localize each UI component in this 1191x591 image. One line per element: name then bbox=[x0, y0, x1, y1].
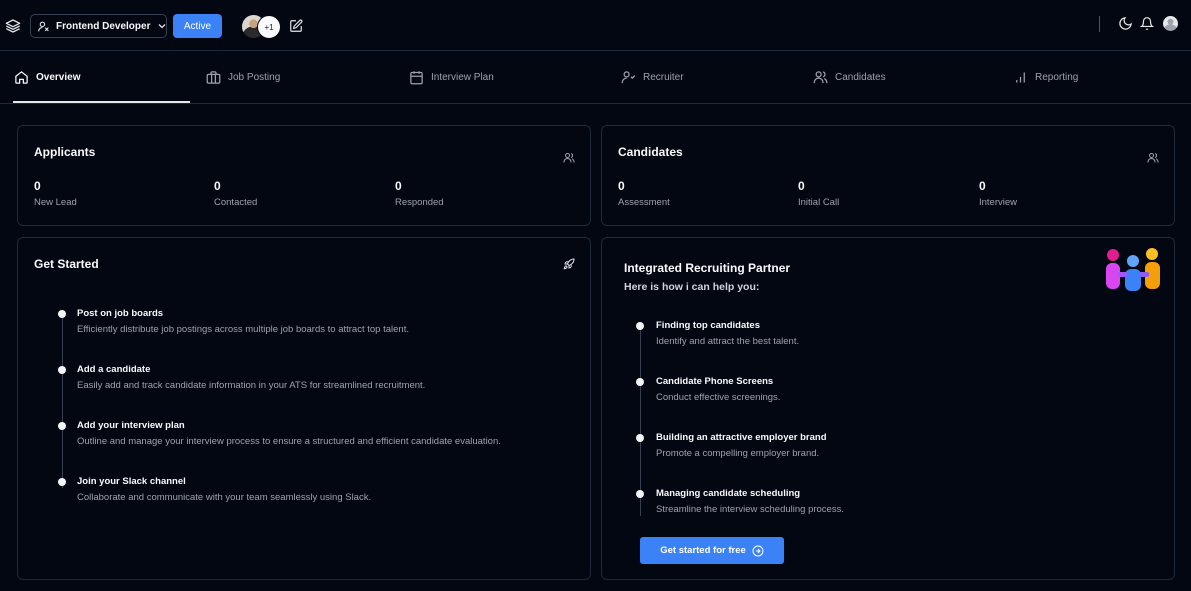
job-role-icon bbox=[37, 20, 50, 33]
bar-chart-icon bbox=[1013, 70, 1028, 85]
team-avatars[interactable]: +1 bbox=[241, 14, 285, 39]
timeline-dot bbox=[636, 490, 644, 498]
stat-label: Interview bbox=[979, 197, 1018, 208]
card-subtitle: Here is how i can help you: bbox=[624, 281, 760, 293]
item-title: Managing candidate scheduling bbox=[656, 488, 801, 499]
stat-value: 0 bbox=[395, 179, 402, 193]
tab-reporting[interactable]: Reporting bbox=[1013, 51, 1078, 104]
step-title[interactable]: Add a candidate bbox=[77, 364, 150, 375]
timeline-dot bbox=[636, 434, 644, 442]
candidates-card: Candidates 0 Assessment 0 Initial Call 0… bbox=[601, 125, 1175, 226]
tab-label: Candidates bbox=[835, 72, 886, 83]
timeline-dot bbox=[58, 422, 66, 430]
users-icon bbox=[1147, 152, 1159, 164]
stat-value: 0 bbox=[34, 179, 41, 193]
card-title: Get Started bbox=[34, 257, 99, 271]
job-selector[interactable]: Frontend Developer bbox=[30, 14, 167, 38]
stat-value: 0 bbox=[798, 179, 805, 193]
item-description: Identify and attract the best talent. bbox=[656, 336, 800, 347]
rocket-icon bbox=[563, 258, 575, 270]
timeline-line bbox=[62, 314, 63, 488]
home-icon bbox=[14, 70, 29, 85]
stat-label: Assessment bbox=[618, 197, 670, 208]
step-title[interactable]: Add your interview plan bbox=[77, 420, 185, 431]
step-title[interactable]: Post on job boards bbox=[77, 308, 163, 319]
top-bar: Frontend Developer Active +1 bbox=[0, 0, 1191, 51]
more-members-badge: +1 bbox=[257, 15, 281, 39]
timeline-dot bbox=[58, 366, 66, 374]
stat-label: Contacted bbox=[214, 197, 258, 208]
item-title: Building an attractive employer brand bbox=[656, 432, 827, 443]
item-title: Finding top candidates bbox=[656, 320, 760, 331]
layers-icon[interactable] bbox=[5, 18, 21, 34]
tab-label: Reporting bbox=[1035, 72, 1079, 83]
item-title: Candidate Phone Screens bbox=[656, 376, 774, 387]
timeline-dot bbox=[58, 478, 66, 486]
bell-icon[interactable] bbox=[1140, 16, 1154, 31]
tab-interview-plan[interactable]: Interview Plan bbox=[409, 51, 494, 104]
tab-candidates[interactable]: Candidates bbox=[813, 51, 886, 104]
timeline-line bbox=[640, 326, 641, 516]
recruiting-partner-card: Integrated Recruiting Partner Here is ho… bbox=[601, 237, 1175, 580]
calendar-icon bbox=[409, 70, 424, 85]
users-icon bbox=[563, 152, 575, 164]
tab-bar: Overview Job Posting Interview Plan Recr… bbox=[0, 51, 1191, 104]
briefcase-icon bbox=[206, 70, 221, 85]
tab-label: Job Posting bbox=[228, 72, 281, 83]
team-mascot-icon bbox=[1105, 246, 1161, 294]
timeline-dot bbox=[636, 322, 644, 330]
arrow-right-circle-icon bbox=[752, 545, 764, 557]
user-check-icon bbox=[621, 70, 636, 85]
card-title: Integrated Recruiting Partner bbox=[624, 261, 791, 275]
status-button[interactable]: Active bbox=[173, 14, 222, 38]
get-started-button[interactable]: Get started for free bbox=[640, 537, 784, 564]
timeline-dot bbox=[58, 310, 66, 318]
item-description: Streamline the interview scheduling proc… bbox=[656, 504, 844, 515]
tab-overview[interactable]: Overview bbox=[14, 51, 80, 104]
stat-label: Initial Call bbox=[798, 197, 840, 208]
item-description: Conduct effective screenings. bbox=[656, 392, 781, 403]
card-title: Applicants bbox=[34, 145, 96, 159]
step-title[interactable]: Join your Slack channel bbox=[77, 476, 186, 487]
tab-label: Interview Plan bbox=[431, 72, 494, 83]
users-icon bbox=[813, 70, 828, 85]
card-title: Candidates bbox=[618, 145, 683, 159]
edit-icon[interactable] bbox=[289, 19, 303, 33]
moon-icon[interactable] bbox=[1118, 16, 1133, 31]
step-description: Outline and manage your interview proces… bbox=[77, 436, 501, 447]
timeline-dot bbox=[636, 378, 644, 386]
cta-label: Get started for free bbox=[660, 545, 746, 556]
tab-job-posting[interactable]: Job Posting bbox=[206, 51, 280, 104]
item-description: Promote a compelling employer brand. bbox=[656, 448, 820, 459]
active-tab-indicator bbox=[13, 101, 190, 103]
step-description: Collaborate and communicate with your te… bbox=[77, 492, 372, 503]
divider bbox=[1099, 16, 1100, 32]
tab-label: Recruiter bbox=[643, 72, 684, 83]
stat-value: 0 bbox=[214, 179, 221, 193]
chevron-down-icon bbox=[156, 20, 168, 32]
tab-label: Overview bbox=[36, 72, 81, 83]
step-description: Easily add and track candidate informati… bbox=[77, 380, 426, 391]
stat-label: New Lead bbox=[34, 197, 77, 208]
applicants-card: Applicants 0 New Lead 0 Contacted 0 Resp… bbox=[17, 125, 591, 226]
job-selector-label: Frontend Developer bbox=[56, 20, 151, 32]
get-started-card: Get Started Post on job boards Efficient… bbox=[17, 237, 591, 580]
stat-value: 0 bbox=[979, 179, 986, 193]
stat-value: 0 bbox=[618, 179, 625, 193]
step-description: Efficiently distribute job postings acro… bbox=[77, 324, 409, 335]
user-avatar[interactable] bbox=[1163, 16, 1178, 31]
tab-recruiter[interactable]: Recruiter bbox=[621, 51, 684, 104]
stat-label: Responded bbox=[395, 197, 444, 208]
